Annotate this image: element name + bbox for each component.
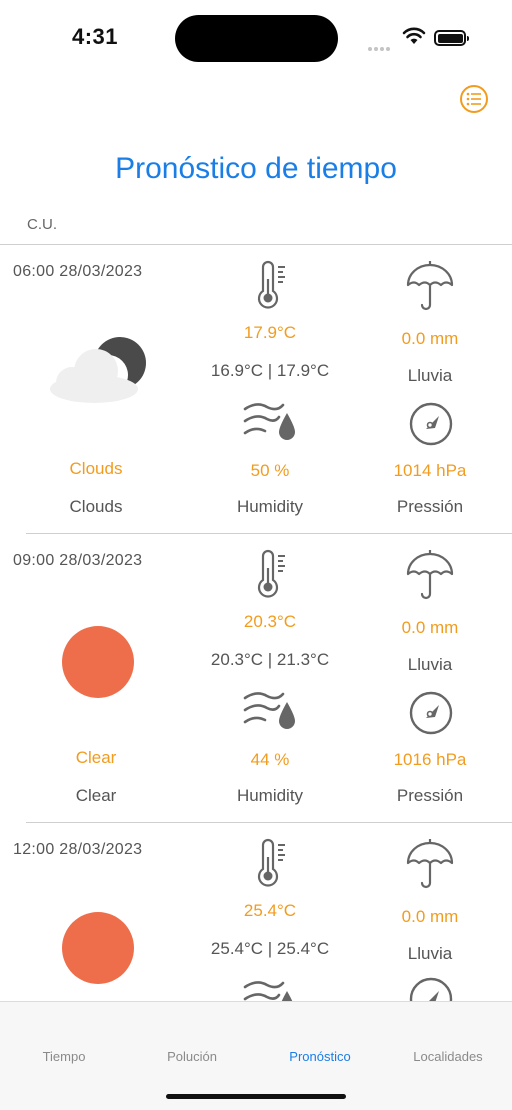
- weather-main: Clouds: [69, 459, 123, 478]
- sun-icon: [62, 626, 134, 698]
- forecast-datetime: 06:00 28/03/2023: [13, 263, 143, 280]
- tab-pronostico[interactable]: Pronóstico: [256, 1049, 384, 1064]
- list-icon: [466, 92, 481, 106]
- tab-localidades[interactable]: Localidades: [384, 1049, 512, 1064]
- status-time: 4:31: [72, 24, 119, 49]
- tab-polucion[interactable]: Polución: [128, 1049, 256, 1064]
- thermometer-icon: [257, 260, 285, 309]
- status-bar: 4:31: [0, 0, 512, 70]
- rain-value: 0.0 mm: [401, 329, 459, 348]
- forecast-card[interactable]: 12:00 28/03/2023 25.4°C 0.0 mm 25.4°C | …: [0, 823, 512, 1001]
- humidity-icon: [243, 403, 295, 440]
- cellular-signal-icon: [368, 38, 394, 51]
- weather-description: Clouds: [69, 497, 123, 516]
- thermometer-icon: [257, 838, 285, 887]
- thermometer-icon: [257, 549, 285, 598]
- sun-icon: [62, 912, 134, 984]
- list-menu-button[interactable]: [460, 85, 488, 113]
- tab-tiempo[interactable]: Tiempo: [0, 1049, 128, 1064]
- temperature-value: 20.3°C: [243, 612, 297, 631]
- temperature-value: 17.9°C: [243, 323, 297, 342]
- pressure-value: 1014 hPa: [393, 461, 467, 480]
- temperature-range: 20.3°C | 21.3°C: [210, 650, 330, 669]
- humidity-icon: [243, 692, 295, 729]
- umbrella-icon: [406, 550, 454, 600]
- forecast-card[interactable]: 09:00 28/03/2023 20.3°C 0.0 mm 20.3°C | …: [0, 534, 512, 822]
- page-title: Pronóstico de tiempo: [115, 152, 397, 185]
- temperature-range: 25.4°C | 25.4°C: [210, 939, 330, 958]
- pressure-label: Pressión: [396, 497, 464, 516]
- cloud-moon-icon: [50, 337, 146, 403]
- rain-label: Lluvia: [407, 944, 453, 963]
- pressure-value: 1016 hPa: [393, 750, 467, 769]
- weather-description: Clear: [75, 786, 117, 805]
- rain-value: 0.0 mm: [401, 618, 459, 637]
- pressure-gauge-icon: [409, 402, 453, 446]
- pressure-gauge-icon: [409, 691, 453, 735]
- temperature-value: 25.4°C: [243, 901, 297, 920]
- forecast-card[interactable]: 06:00 28/03/2023 17.9°C 0.0 mm 16.9°C | …: [0, 245, 512, 533]
- forecast-datetime: 09:00 28/03/2023: [13, 552, 143, 569]
- temperature-range: 16.9°C | 17.9°C: [210, 361, 330, 380]
- home-indicator[interactable]: [166, 1094, 346, 1099]
- tab-bar: Tiempo Polución Pronóstico Localidades: [0, 1001, 512, 1110]
- city-label: C.U.: [27, 216, 57, 233]
- weather-main: Clear: [75, 748, 117, 767]
- forecast-datetime: 12:00 28/03/2023: [13, 841, 143, 858]
- umbrella-icon: [406, 839, 454, 889]
- humidity-value: 50 %: [250, 461, 290, 480]
- rain-label: Lluvia: [407, 366, 453, 385]
- pressure-gauge-icon: [409, 977, 453, 1001]
- wifi-icon: [402, 27, 426, 44]
- rain-value: 0.0 mm: [401, 907, 459, 926]
- humidity-label: Humidity: [236, 786, 304, 805]
- humidity-value: 44 %: [250, 750, 290, 769]
- humidity-icon: [243, 981, 293, 1001]
- dynamic-island: [175, 15, 338, 62]
- humidity-label: Humidity: [236, 497, 304, 516]
- battery-icon: [434, 30, 469, 46]
- umbrella-icon: [406, 261, 454, 311]
- pressure-label: Pressión: [396, 786, 464, 805]
- rain-label: Lluvia: [407, 655, 453, 674]
